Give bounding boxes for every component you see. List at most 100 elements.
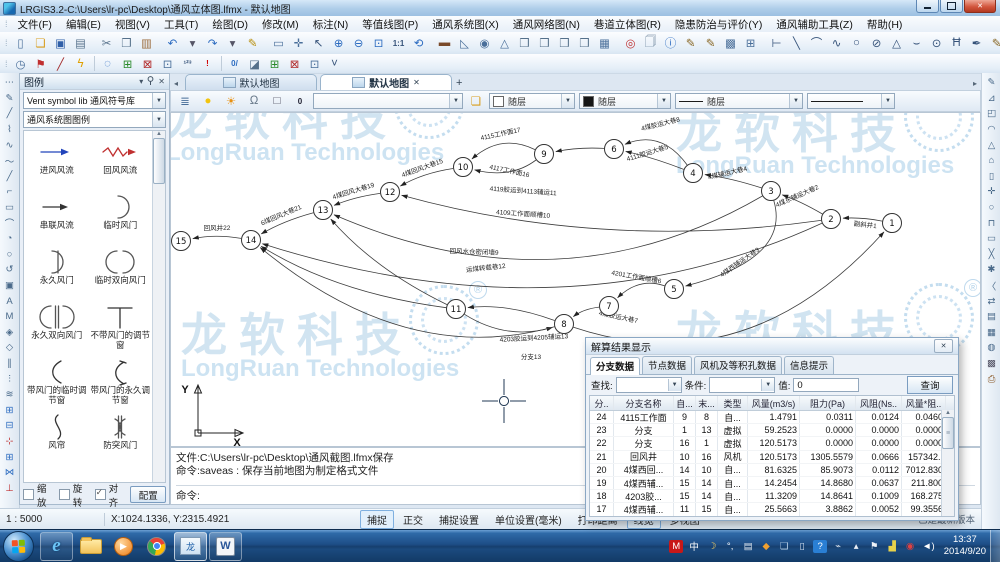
junction-node-2[interactable]: 2 bbox=[822, 210, 841, 229]
menu-item-12[interactable]: 通风辅助工具(Z) bbox=[769, 16, 859, 32]
chevron-down-icon[interactable]: ▼ bbox=[789, 94, 802, 108]
results-tab-1[interactable]: 节点数据 bbox=[642, 356, 692, 374]
action-center-flag-icon[interactable]: ⚑ bbox=[867, 540, 881, 553]
results-close-icon[interactable]: ✕ bbox=[934, 339, 953, 353]
sun-icon[interactable]: ☀ bbox=[221, 93, 241, 110]
menu-item-1[interactable]: 编辑(E) bbox=[59, 16, 108, 32]
table-row-5[interactable]: 194煤西辅...1514自...14.245414.86800.0637211… bbox=[590, 477, 954, 490]
branch-edge-14-15[interactable] bbox=[193, 236, 241, 238]
color-byLayer-combo[interactable]: 随层▼ bbox=[489, 93, 575, 109]
media-player-icon[interactable]: ▶ bbox=[108, 533, 139, 560]
status-toggle-0[interactable]: 捕捉 bbox=[360, 510, 394, 529]
tab-scroll-right-icon[interactable]: ▸ bbox=[969, 79, 981, 90]
scrollbar-thumb[interactable]: ≡ bbox=[942, 417, 954, 449]
divider-dots-icon[interactable]: ⫶ bbox=[1, 371, 18, 387]
block-icon[interactable]: ❒ bbox=[515, 35, 535, 52]
start-button[interactable] bbox=[3, 531, 34, 562]
branch-edge-1-2[interactable] bbox=[843, 218, 882, 221]
minimize-button[interactable] bbox=[916, 0, 939, 13]
layer-select-combo[interactable]: ▼ bbox=[313, 93, 463, 109]
branch-edge-2-14[interactable] bbox=[262, 223, 822, 288]
spline-icon[interactable]: ∿ bbox=[827, 35, 847, 52]
menu-item-8[interactable]: 通风系统图(X) bbox=[425, 16, 506, 32]
alert-icon[interactable]: ! bbox=[198, 55, 218, 72]
legend-item-6[interactable]: 永久双向风门 bbox=[25, 304, 89, 359]
table-scrollbar[interactable]: ▲ ≡ bbox=[941, 410, 954, 516]
ellipse-icon[interactable]: ⊘ bbox=[867, 35, 887, 52]
scroll-up-icon[interactable]: ▲ bbox=[156, 131, 162, 137]
tab-scroll-left-icon[interactable]: ◂ bbox=[170, 79, 182, 90]
chevron-down-icon[interactable]: ▼ bbox=[668, 379, 681, 391]
column-header-4[interactable]: 类型 bbox=[718, 396, 748, 410]
value-input[interactable]: 0 bbox=[793, 378, 859, 392]
chevron-down-icon[interactable]: ▼ bbox=[152, 112, 165, 127]
lock-icon[interactable]: Ω bbox=[244, 93, 264, 110]
panel-icon[interactable]: ▯ bbox=[983, 169, 1000, 185]
grid-icon[interactable]: ▦ bbox=[595, 35, 615, 52]
wave-icon[interactable]: ≋ bbox=[1, 387, 18, 403]
help-icon[interactable]: ? bbox=[813, 540, 827, 553]
condition-combo[interactable]: ▼ bbox=[709, 377, 775, 393]
table-row-7[interactable]: 174煤西辅...1115自...25.56633.88620.005299.3… bbox=[590, 503, 954, 516]
grid2-icon[interactable]: ▦ bbox=[983, 325, 1000, 341]
join-icon[interactable]: ⋈ bbox=[1, 465, 18, 481]
maximize-button[interactable] bbox=[940, 0, 963, 13]
legend-item-1[interactable]: 回风风流 bbox=[89, 139, 153, 194]
legend-panel-header[interactable]: 图例 ▾ ✕ bbox=[20, 74, 169, 90]
perpendicular-icon[interactable]: ⊥ bbox=[1, 480, 18, 496]
column-header-2[interactable]: 自... bbox=[674, 396, 696, 410]
layer-folder-icon[interactable]: ❏ bbox=[466, 93, 486, 110]
delta-icon[interactable]: △ bbox=[983, 137, 1000, 153]
menu-item-0[interactable]: 文件(F) bbox=[11, 16, 59, 32]
branch-edge-7-8[interactable] bbox=[573, 307, 599, 317]
zoom-in-icon[interactable]: ⊕ bbox=[329, 35, 349, 52]
align-left-icon[interactable]: ⊞ bbox=[1, 402, 18, 418]
scroll-up-icon[interactable]: ▲ bbox=[945, 410, 951, 416]
cross-tool-icon[interactable]: ✛ bbox=[983, 184, 1000, 200]
fill-icon[interactable]: ◍ bbox=[983, 340, 1000, 356]
dots-tool-icon[interactable]: ⋯ bbox=[1, 75, 18, 91]
scrollbar-thumb[interactable] bbox=[153, 138, 165, 184]
menu-item-4[interactable]: 绘图(D) bbox=[205, 16, 255, 32]
align-right-icon[interactable]: ⊟ bbox=[1, 418, 18, 434]
security-alert-icon[interactable]: ◉ bbox=[903, 540, 917, 553]
rectangle-icon[interactable]: ▭ bbox=[1, 200, 18, 216]
triangle-icon[interactable]: △ bbox=[887, 35, 907, 52]
sogou-pouch-icon[interactable]: ◆ bbox=[759, 540, 773, 553]
point-icon[interactable]: ⊙ bbox=[927, 35, 947, 52]
legend-item-9[interactable]: 带风门的永久调节窗 bbox=[89, 359, 153, 414]
box-r-icon[interactable]: ⊡ bbox=[305, 55, 325, 72]
target-icon[interactable]: ◎ bbox=[621, 35, 641, 52]
undo-icon[interactable]: ↶ bbox=[163, 35, 183, 52]
circle2-icon[interactable]: ○ bbox=[983, 200, 1000, 216]
network-signal-icon[interactable]: ▟ bbox=[885, 540, 899, 553]
menu-item-7[interactable]: 等值线图(P) bbox=[355, 16, 425, 32]
edit-box-icon[interactable]: ✎ bbox=[681, 35, 701, 52]
new-file-icon[interactable]: ▯ bbox=[11, 35, 31, 52]
pie-icon[interactable]: ◔ bbox=[1, 231, 18, 247]
column-header-1[interactable]: 分支名称 bbox=[614, 396, 674, 410]
legend-item-10[interactable]: 风帘 bbox=[25, 414, 89, 469]
column-header-5[interactable]: 风量(m3/s) bbox=[748, 396, 800, 410]
column-header-3[interactable]: 末... bbox=[696, 396, 718, 410]
print-icon[interactable]: ▤ bbox=[71, 35, 91, 52]
merge-icon[interactable]: ⊞ bbox=[741, 35, 761, 52]
chevron-down-icon[interactable]: ▼ bbox=[152, 93, 165, 108]
rotate-checkbox[interactable] bbox=[59, 489, 70, 500]
line-tool-icon[interactable]: ╱ bbox=[1, 106, 18, 122]
door-tool-icon[interactable]: ⊓ bbox=[983, 215, 1000, 231]
text-m-icon[interactable]: M bbox=[1, 309, 18, 325]
box-remove-icon[interactable]: ⊠ bbox=[285, 55, 305, 72]
info-icon[interactable]: ⓘ bbox=[661, 35, 681, 52]
hidden-icons-chevron[interactable]: ▴ bbox=[849, 540, 863, 553]
menu-item-11[interactable]: 隐患防治与评价(Y) bbox=[668, 16, 770, 32]
branch-edge-8-1[interactable] bbox=[574, 232, 885, 343]
zoom-actual-icon[interactable]: 1:1 bbox=[389, 35, 409, 52]
layer-manager-icon[interactable]: ≣ bbox=[175, 93, 195, 110]
eraser-icon[interactable]: ◪ bbox=[245, 55, 265, 72]
junction-node-1[interactable]: 1 bbox=[883, 214, 902, 233]
table-row-1[interactable]: 23分支113虚拟59.25230.00000.00000.0000 bbox=[590, 424, 954, 437]
linewidth-combo[interactable]: ▼ bbox=[807, 93, 895, 109]
spline-tool-icon[interactable]: ∿ bbox=[1, 137, 18, 153]
endpoint-icon[interactable]: ⊢ bbox=[767, 35, 787, 52]
